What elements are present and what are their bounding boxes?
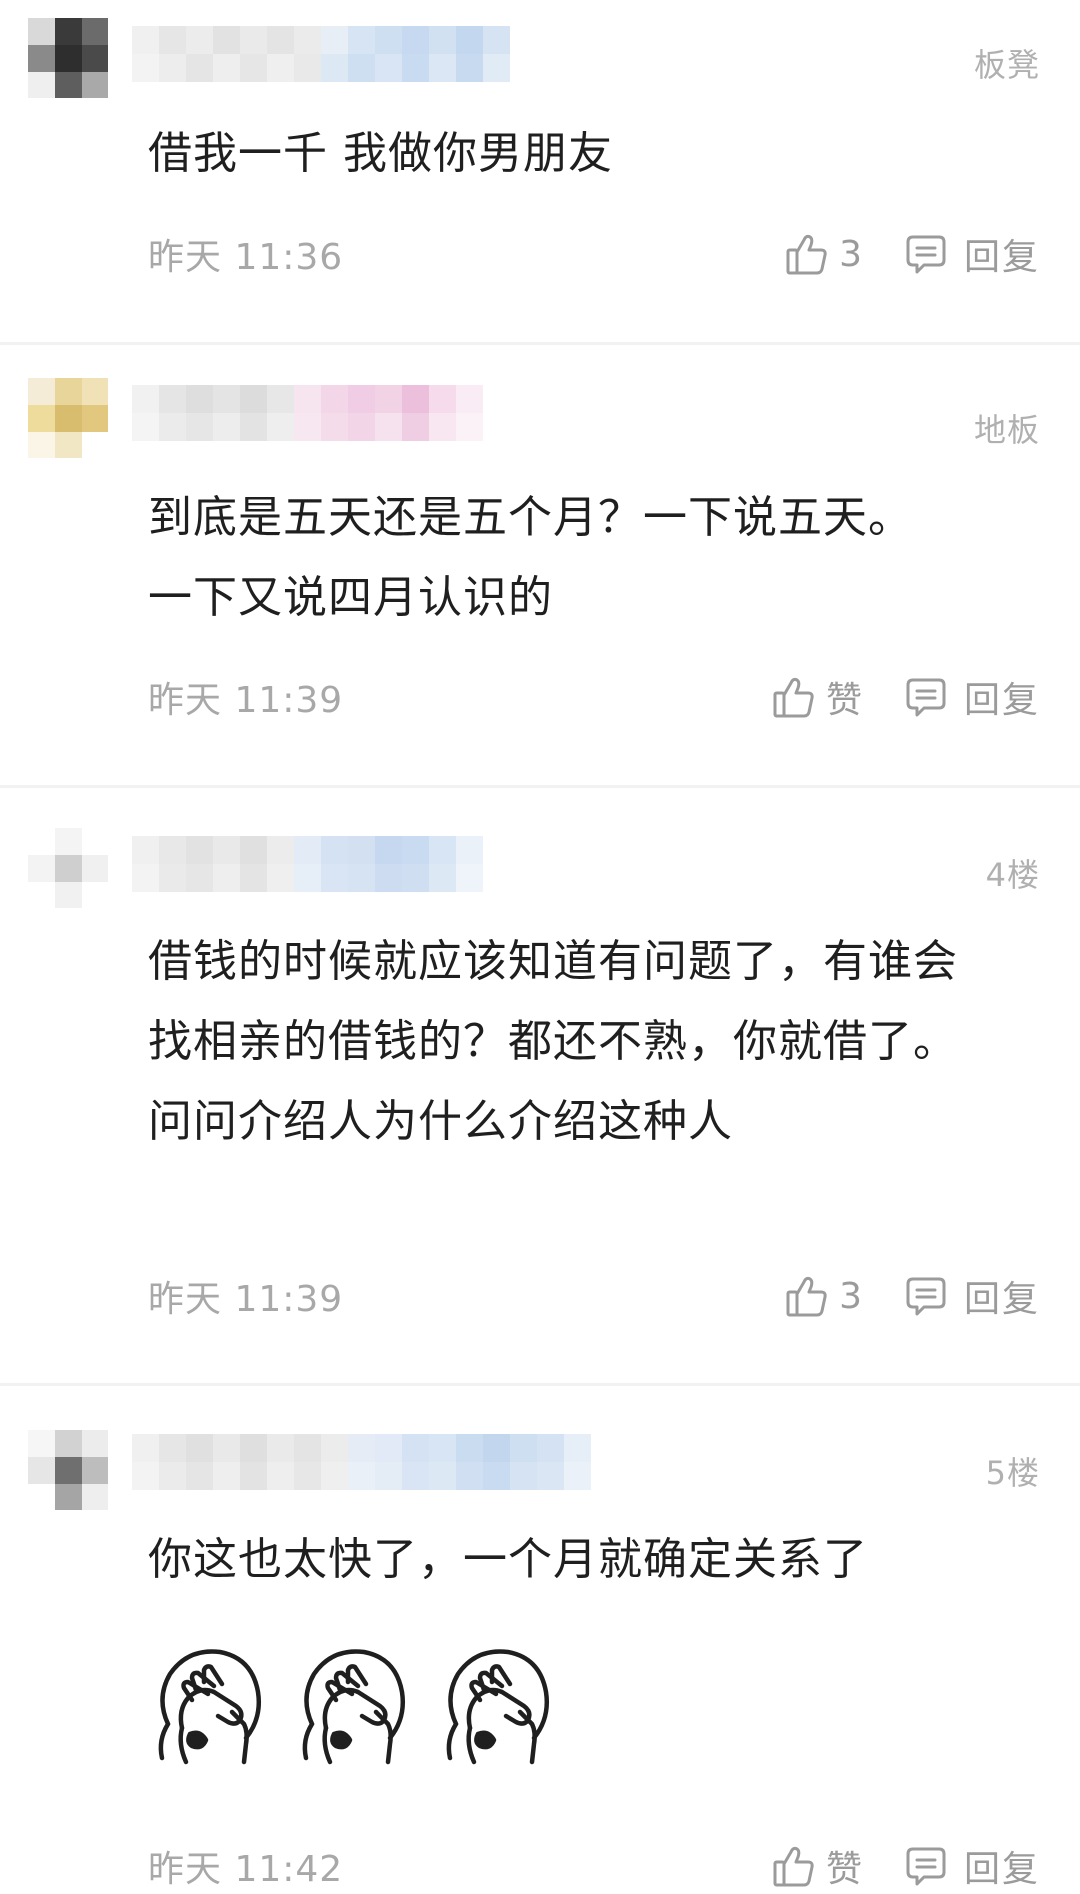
comment-bubble-icon <box>904 1844 948 1888</box>
reply-label: 回复 <box>963 1279 1040 1320</box>
like-button[interactable]: 3 <box>785 1268 862 1324</box>
comment-text: 到底是五天还是五个月？一下说五天。一下又说四月认识的 <box>148 492 913 623</box>
comment-text: 借钱的时候就应该知道有问题了，有谁会找相亲的借钱的？都还不熟，你就借了。问问介绍… <box>148 936 958 1147</box>
reply-button[interactable]: 回复 <box>904 226 1040 282</box>
reply-button[interactable]: 回复 <box>904 1268 1040 1324</box>
like-button[interactable]: 赞 <box>772 1838 862 1894</box>
comment-text: 你这也太快了，一个月就确定关系了 <box>148 1534 868 1585</box>
thumbs-up-icon <box>785 231 829 277</box>
facepalm-sticker <box>158 1649 261 1765</box>
like-count: 3 <box>839 233 862 275</box>
facepalm-sticker <box>446 1649 549 1765</box>
reply-button[interactable]: 回复 <box>904 1838 1040 1894</box>
comment-bubble-icon <box>904 675 948 719</box>
avatar[interactable] <box>28 18 108 98</box>
like-button[interactable]: 3 <box>785 226 862 282</box>
comment-item: 板凳 借我一千 我做你男朋友 昨天 11:36 3 回复 <box>0 0 1080 342</box>
comment-item: 地板 到底是五天还是五个月？一下说五天。一下又说四月认识的 昨天 11:39 赞… <box>0 345 1080 785</box>
comment-bubble-icon <box>904 232 948 276</box>
reply-label: 回复 <box>963 680 1040 721</box>
avatar[interactable] <box>28 378 108 458</box>
username-blurred[interactable] <box>132 26 542 82</box>
floor-label: 板凳 <box>973 46 1040 84</box>
like-label: 赞 <box>825 1849 862 1890</box>
username-blurred[interactable] <box>132 385 512 441</box>
username-blurred[interactable] <box>132 836 512 892</box>
avatar[interactable] <box>28 1430 108 1510</box>
comment-item: 4楼 借钱的时候就应该知道有问题了，有谁会找相亲的借钱的？都还不熟，你就借了。问… <box>0 788 1080 1383</box>
avatar[interactable] <box>28 828 108 908</box>
comment-time: 昨天 11:36 <box>148 237 344 278</box>
thumbs-up-icon <box>785 1273 829 1319</box>
username-blurred[interactable] <box>132 1434 622 1490</box>
reply-label: 回复 <box>963 237 1040 278</box>
sticker-row <box>148 1640 564 1768</box>
like-count: 3 <box>839 1275 862 1317</box>
thumbs-up-icon <box>772 674 816 720</box>
comment-item: 5楼 你这也太快了，一个月就确定关系了 昨天 11:42 赞 回复 <box>0 1386 1080 1890</box>
reply-button[interactable]: 回复 <box>904 669 1040 725</box>
floor-label: 5楼 <box>985 1454 1040 1492</box>
floor-label: 4楼 <box>985 856 1040 894</box>
comment-time: 昨天 11:39 <box>148 1279 344 1320</box>
facepalm-sticker <box>302 1649 405 1765</box>
comment-time: 昨天 11:42 <box>148 1849 344 1890</box>
comment-time: 昨天 11:39 <box>148 680 344 721</box>
comment-bubble-icon <box>904 1274 948 1318</box>
comment-text: 借我一千 我做你男朋友 <box>148 128 613 179</box>
like-button[interactable]: 赞 <box>772 669 862 725</box>
thumbs-up-icon <box>772 1843 816 1889</box>
reply-label: 回复 <box>963 1849 1040 1890</box>
like-label: 赞 <box>825 680 862 721</box>
floor-label: 地板 <box>973 411 1040 449</box>
